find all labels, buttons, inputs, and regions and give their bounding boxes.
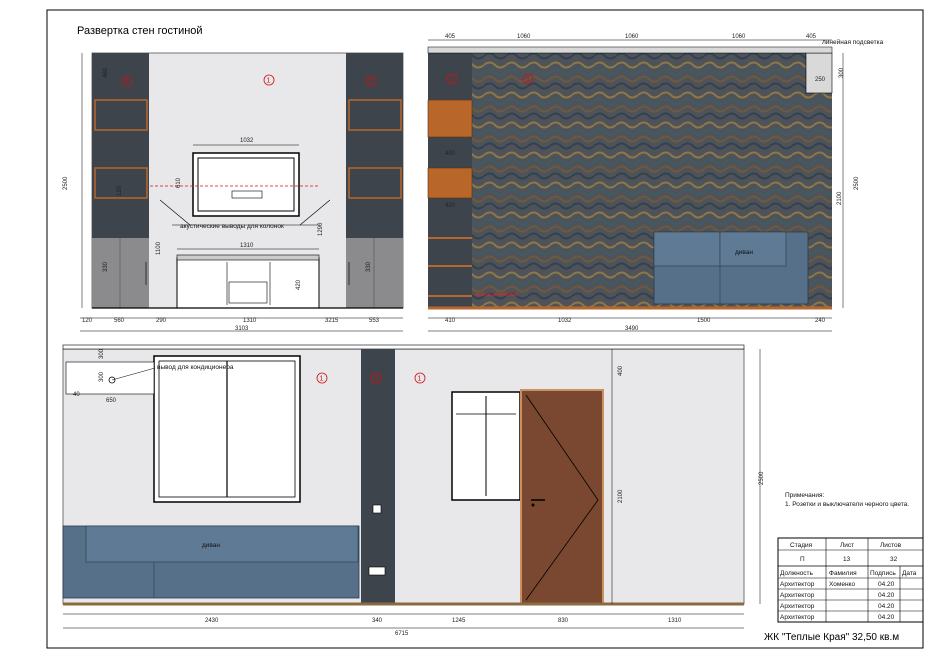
dim-w2-r0: 300 <box>839 67 845 78</box>
dim-w2-l1: 420 <box>445 203 456 209</box>
door <box>520 389 604 605</box>
dim-w2-b0: 410 <box>445 318 456 324</box>
dim-w3-b3: 830 <box>558 618 569 624</box>
dim-w1-total-h: 2500 <box>63 176 69 190</box>
tb-r0-name: Хоменко <box>829 581 855 588</box>
sheet-title: Развертка стен гостиной <box>77 25 203 37</box>
dim-w2-t1: 1060 <box>517 34 531 40</box>
red-note-w2: выход электрики <box>475 292 518 298</box>
dim-w3-l2: 40 <box>73 392 80 398</box>
tb-h1: Лист <box>840 542 854 549</box>
dim-w2-t3: 1060 <box>732 34 746 40</box>
dark-panel-left <box>92 53 149 238</box>
tb-c0: Должность <box>780 570 814 577</box>
dim-w1-b3: 1310 <box>243 318 257 324</box>
drawing-sheet: Развертка стен гостиной 2 1 2 акустическ… <box>46 9 924 649</box>
dim-w1-120: 120 <box>117 185 123 196</box>
dim-w3-b4: 1310 <box>668 618 682 624</box>
dim-w3-l1: 300 <box>99 371 105 382</box>
note-1: 1. Розетки и выключатели черного цвета. <box>785 501 909 508</box>
tb-h2: Листов <box>880 542 902 549</box>
dim-w1-b1: 560 <box>114 318 125 324</box>
dim-w2-b1: 1032 <box>558 318 572 324</box>
tb-r3-sig: 04.20 <box>878 614 895 621</box>
tb-r0-sig: 04.20 <box>878 581 895 588</box>
dim-w3-b2: 1245 <box>452 618 466 624</box>
dim-w1-b2: 290 <box>156 318 167 324</box>
project-name: ЖК "Теплые Края" 32,50 кв.м <box>764 632 899 643</box>
sofa-label-w3: диван <box>202 542 220 549</box>
dim-tv-w: 1310 <box>240 243 254 249</box>
tb-r2-pos: Архитектор <box>780 603 815 610</box>
ac-label: вывод для кондиционера <box>157 364 234 371</box>
tb-v2: 32 <box>890 556 898 563</box>
wall-2-elevation: диван выход электрики 2 3 линейная подсв… <box>427 34 884 332</box>
marker-w1-c: 2 <box>369 79 373 86</box>
dim-w1-330: 330 <box>103 261 109 272</box>
label-250: 250 <box>815 77 826 83</box>
dim-w1-b4: 3215 <box>325 318 339 324</box>
dim-w2-r2: 2500 <box>854 176 860 190</box>
tb-c3: Дата <box>902 570 917 577</box>
tb-c1: Фамилия <box>829 570 857 577</box>
marker-w1-b: 1 <box>267 78 271 85</box>
dim-w2-t4: 405 <box>806 34 817 40</box>
dim-tv-h: 610 <box>176 177 182 188</box>
tb-c2: Подпись <box>870 570 896 577</box>
dim-w1-b0: 120 <box>82 318 93 324</box>
dim-w2-total: 3490 <box>625 326 639 332</box>
tb-r3-pos: Архитектор <box>780 614 815 621</box>
marker-w3-b: 2 <box>374 376 378 383</box>
dim-tv-420: 420 <box>296 279 302 290</box>
dim-w3-r0: 400 <box>618 365 624 376</box>
dark-column-w3 <box>361 349 395 604</box>
dim-w1-1100: 1100 <box>156 241 162 255</box>
marker-w2-b: 3 <box>526 77 530 84</box>
tb-h0: Стадия <box>790 542 813 549</box>
marker-w3-a: 1 <box>320 376 324 383</box>
dim-w2-b3: 240 <box>815 318 826 324</box>
tb-v1: 13 <box>843 556 851 563</box>
dim-w1-b5: 553 <box>369 318 380 324</box>
dim-w3-l0: 300 <box>99 348 105 359</box>
dim-w2-l0: 400 <box>445 151 456 157</box>
wall-1-elevation: 2 1 2 акустические выводы для колонок 10… <box>63 52 404 332</box>
dim-w1-460: 460 <box>103 67 109 78</box>
dim-w3-b0: 2430 <box>205 618 219 624</box>
dim-w1-top: 1032 <box>240 138 254 144</box>
tv-frame <box>192 152 300 217</box>
marker-w2-a: 2 <box>450 77 454 84</box>
tb-r1-pos: Архитектор <box>780 592 815 599</box>
sofa-label-w2: диван <box>735 249 753 256</box>
tb-r2-sig: 04.20 <box>878 603 895 610</box>
dim-w3-l3: 650 <box>106 398 117 404</box>
dim-tv-1290: 1290 <box>318 222 324 236</box>
tb-r1-sig: 04.20 <box>878 592 895 599</box>
dim-w3-total: 6715 <box>395 631 409 637</box>
title-block: Стадия Лист Листов П 13 32 Должность Фам… <box>764 537 924 643</box>
marker-w3-c: 1 <box>418 376 422 383</box>
wood-shelf-2 <box>427 167 473 199</box>
dim-w1-total: 3103 <box>235 326 249 332</box>
dim-w3-b1: 340 <box>372 618 383 624</box>
dim-w2-t2: 1060 <box>625 34 639 40</box>
dim-tv-330: 330 <box>366 261 372 272</box>
dark-panel-right <box>346 53 403 238</box>
dim-w2-b2: 1500 <box>697 318 711 324</box>
marker-w1-a: 2 <box>125 79 129 86</box>
dim-w3-r1: 2100 <box>618 489 624 503</box>
tb-r0-pos: Архитектор <box>780 581 815 588</box>
tb-v0: П <box>800 556 805 563</box>
wood-shelf-1 <box>427 99 473 138</box>
light-label: линейная подсветка <box>822 38 884 46</box>
note-title: Примечания: <box>785 492 825 499</box>
dim-w3-r2: 2500 <box>759 471 765 485</box>
acoustic-note: акустические выводы для колонок <box>180 223 284 230</box>
dim-w2-r1: 2100 <box>837 191 843 205</box>
dim-w2-t0: 405 <box>445 34 456 40</box>
